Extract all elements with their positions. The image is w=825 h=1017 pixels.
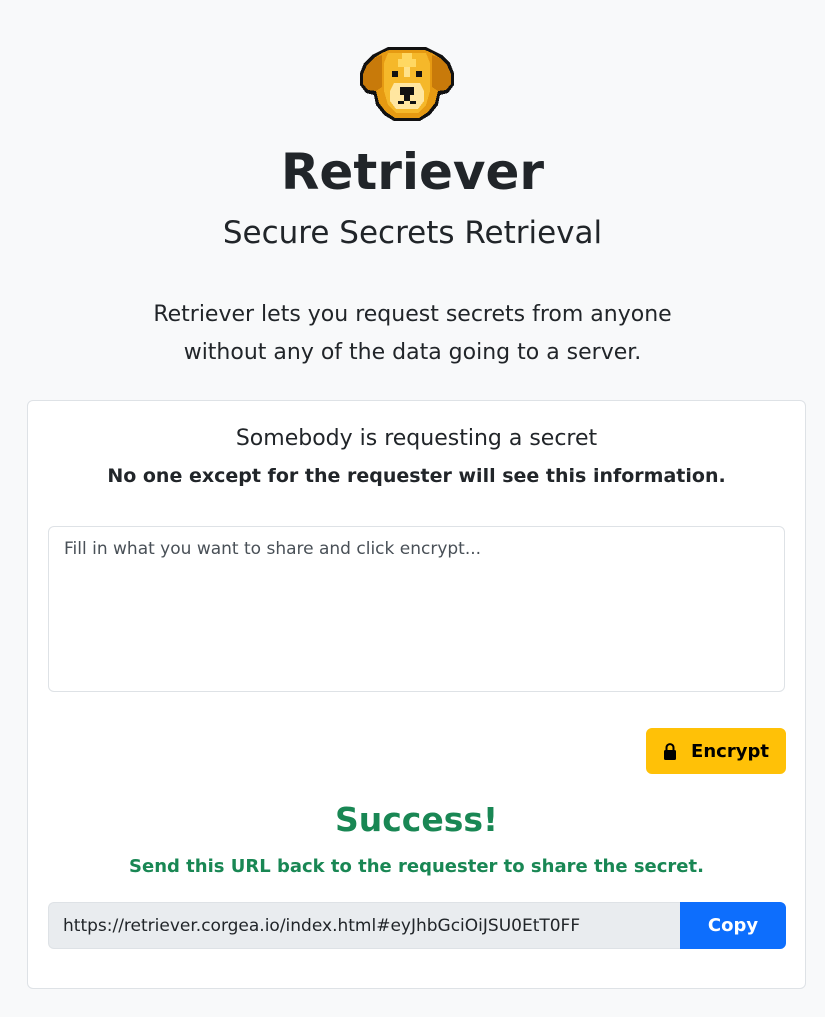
- share-url-field[interactable]: [48, 902, 680, 949]
- share-url-group: Copy: [48, 902, 786, 949]
- encrypt-button[interactable]: Encrypt: [646, 728, 786, 774]
- privacy-note: No one except for the requester will see…: [107, 465, 726, 487]
- card-title: Somebody is requesting a secret: [235, 426, 598, 451]
- app-title: Retriever: [280, 143, 545, 201]
- intro-text: Retriever lets you request secrets from …: [0, 296, 825, 372]
- secret-card: Somebody is requesting a secret No one e…: [27, 400, 806, 989]
- secret-input[interactable]: [48, 526, 785, 692]
- intro-line-1: Retriever lets you request secrets from …: [153, 302, 672, 327]
- lock-icon: [663, 742, 677, 760]
- intro-line-2: without any of the data going to a serve…: [183, 340, 642, 365]
- retriever-logo-icon: [358, 43, 456, 123]
- app-subtitle: Secure Secrets Retrieval: [222, 215, 603, 251]
- success-message: Send this URL back to the requester to s…: [129, 856, 704, 877]
- copy-button[interactable]: Copy: [680, 902, 786, 949]
- encrypt-button-label: Encrypt: [691, 740, 769, 762]
- success-title: Success!: [334, 800, 499, 839]
